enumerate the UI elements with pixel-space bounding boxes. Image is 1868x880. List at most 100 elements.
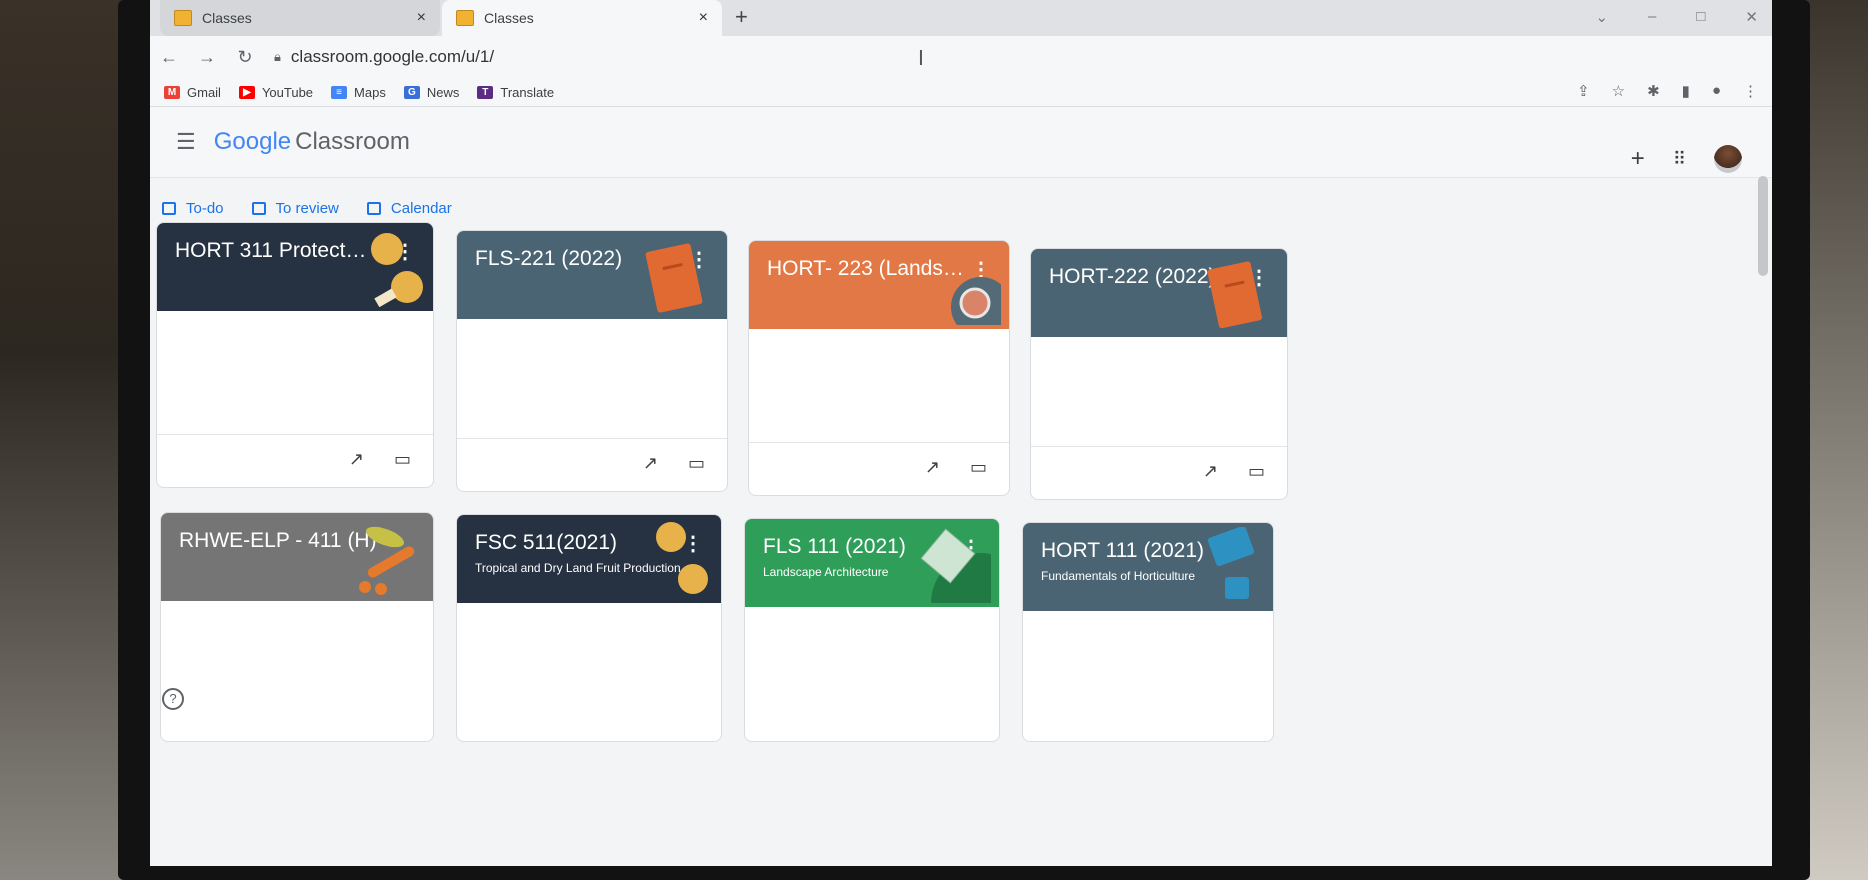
lock-icon: 🔒︎ — [274, 49, 281, 64]
browser-toolbar-icons: ⇪ ☆ ✱ ▮ ● ⋮ — [1577, 82, 1758, 100]
bookmark-label: Maps — [354, 84, 386, 100]
window-controls: ⌄ – □ ✕ — [1595, 8, 1758, 26]
folder-icon[interactable]: ▭ — [688, 453, 705, 474]
omnibox[interactable]: 🔒︎ classroom.google.com/u/1/ — [274, 47, 494, 67]
class-card-banner[interactable]: HORT 311 Protected ... ⋮ — [157, 223, 433, 311]
avatar[interactable] — [1714, 145, 1742, 173]
trending-icon[interactable]: ↗ — [1203, 461, 1218, 482]
minimize-icon[interactable]: – — [1648, 8, 1656, 26]
class-card[interactable]: FSC 511(2021) Tropical and Dry Land Frui… — [456, 514, 722, 742]
vegetables-illustration-icon — [359, 526, 415, 595]
bookmark-news[interactable]: G News — [403, 84, 460, 100]
class-card-banner[interactable]: FLS-221 (2022) ⋮ — [457, 231, 727, 319]
star-icon[interactable]: ☆ — [1612, 82, 1625, 100]
class-card-banner[interactable]: FSC 511(2021) Tropical and Dry Land Frui… — [457, 515, 721, 603]
close-window-icon[interactable]: ✕ — [1745, 8, 1758, 26]
calendar-link[interactable]: Calendar — [366, 199, 452, 217]
class-card-banner[interactable]: HORT 111 (2021) Fundamentals of Horticul… — [1023, 523, 1273, 611]
address-bar-row: ← → ↻ 🔒︎ classroom.google.com/u/1/ I — [150, 36, 1772, 78]
class-card[interactable]: HORT- 223 (Landsca... ⋮ ↗ ▭ — [748, 240, 1010, 496]
translate-icon: T — [477, 85, 494, 99]
to-review-label: To review — [275, 199, 339, 217]
todo-link[interactable]: To-do — [162, 200, 224, 217]
classroom-favicon-icon — [174, 10, 192, 26]
trending-icon[interactable]: ↗ — [643, 453, 658, 474]
extensions-icon[interactable]: ✱ — [1647, 82, 1660, 100]
close-tab-icon[interactable]: × — [417, 9, 426, 27]
help-icon[interactable]: ? — [162, 688, 184, 710]
trending-icon[interactable]: ↗ — [925, 457, 940, 478]
new-tab-button[interactable]: + — [735, 4, 748, 30]
classroom-logo[interactable]: Google Classroom — [214, 128, 410, 156]
tablet-illustration-icon — [1207, 527, 1255, 599]
bookmark-gmail[interactable]: M Gmail — [164, 85, 221, 100]
class-card[interactable]: RHWE-ELP - 411 (H) — [160, 512, 434, 742]
class-card-footer: ↗ ▭ — [157, 434, 433, 487]
class-card[interactable]: HORT 311 Protected ... ⋮ ↗ ▭ — [156, 222, 434, 488]
forward-arrow-icon[interactable]: → — [188, 47, 226, 68]
coin-illustration-icon — [371, 233, 423, 307]
screen: Classes × Classes × + ⌄ – □ ✕ ← → ↻ 🔒︎ c… — [150, 0, 1772, 866]
book-illustration-icon — [645, 243, 703, 313]
bookmark-label: Translate — [500, 84, 555, 100]
classroom-wordmark: Classroom — [295, 128, 410, 155]
class-card[interactable]: HORT-222 (2022) ⋮ ↗ ▭ — [1030, 248, 1288, 500]
close-tab-icon[interactable]: × — [699, 9, 708, 27]
class-card-banner[interactable]: HORT- 223 (Landsca... ⋮ — [749, 241, 1009, 329]
share-icon[interactable]: ⇪ — [1577, 82, 1590, 100]
apps-grid-icon[interactable]: ⠿ — [1673, 149, 1686, 170]
bookmark-youtube[interactable]: ▶ YouTube — [238, 85, 313, 100]
todo-icon — [162, 201, 176, 215]
bookmarks-bar: M Gmail ▶ YouTube ≡ Maps G News T Transl… — [150, 78, 1772, 107]
classroom-favicon-icon — [456, 10, 474, 26]
plus-icon[interactable]: + — [1631, 145, 1645, 173]
google-wordmark: Google — [213, 128, 292, 155]
calendar-label: Calendar — [390, 199, 452, 217]
tab-title: Classes — [202, 10, 252, 26]
tab-title: Classes — [484, 10, 534, 26]
maximize-icon[interactable]: □ — [1696, 8, 1705, 26]
folder-icon[interactable]: ▭ — [1248, 461, 1265, 482]
class-card-banner[interactable]: FLS 111 (2021) Landscape Architecture ⋮ — [745, 519, 999, 607]
class-card-footer: ↗ ▭ — [749, 442, 1009, 495]
folder-icon[interactable]: ▭ — [394, 449, 411, 470]
lens-illustration-icon — [951, 277, 1001, 325]
class-card-banner[interactable]: RHWE-ELP - 411 (H) — [161, 513, 433, 601]
folder-icon[interactable]: ▭ — [970, 457, 987, 478]
class-card[interactable]: FLS 111 (2021) Landscape Architecture ⋮ — [744, 518, 1000, 742]
browser-tab-1[interactable]: Classes × — [160, 0, 440, 36]
bookmark-maps[interactable]: ≡ Maps — [331, 85, 386, 100]
menu-icon[interactable]: ⋮ — [1743, 82, 1758, 100]
bookmark-label: Gmail — [187, 84, 221, 100]
to-review-link[interactable]: To review — [251, 199, 339, 217]
back-arrow-icon[interactable]: ← — [150, 47, 188, 68]
reload-icon[interactable]: ↻ — [226, 47, 264, 68]
class-card[interactable]: FLS-221 (2022) ⋮ ↗ ▭ — [456, 230, 728, 492]
maps-icon: ≡ — [331, 85, 348, 99]
main-menu-icon[interactable]: ☰ — [176, 129, 196, 155]
classroom-header: ☰ Google Classroom + ⠿ — [150, 107, 1772, 178]
trending-icon[interactable]: ↗ — [349, 449, 364, 470]
blueprint-illustration-icon — [920, 528, 991, 603]
book-illustration-icon — [1207, 261, 1262, 329]
class-card-banner[interactable]: HORT-222 (2022) ⋮ — [1031, 249, 1287, 337]
youtube-icon: ▶ — [238, 85, 255, 99]
class-card-footer: ↗ ▭ — [457, 438, 727, 491]
class-card[interactable]: HORT 111 (2021) Fundamentals of Horticul… — [1022, 522, 1274, 742]
class-card-footer: ↗ ▭ — [1031, 446, 1287, 499]
browser-tab-2[interactable]: Classes × — [442, 0, 722, 36]
url-text: classroom.google.com/u/1/ — [290, 47, 495, 66]
side-panel-icon[interactable]: ▮ — [1682, 82, 1690, 100]
coin-illustration-icon — [656, 522, 708, 594]
bookmark-label: News — [426, 84, 460, 100]
tab-search-icon[interactable]: ⌄ — [1595, 8, 1608, 26]
tab-strip: Classes × Classes × + ⌄ – □ ✕ — [150, 0, 1772, 36]
gmail-icon: M — [164, 85, 180, 99]
bookmark-translate[interactable]: T Translate — [477, 85, 554, 100]
news-icon: G — [403, 85, 420, 99]
page-scrollbar[interactable] — [1758, 176, 1768, 276]
todo-label: To-do — [186, 199, 224, 217]
calendar-icon — [366, 201, 381, 215]
review-icon — [251, 201, 266, 215]
profile-icon[interactable]: ● — [1712, 82, 1721, 100]
